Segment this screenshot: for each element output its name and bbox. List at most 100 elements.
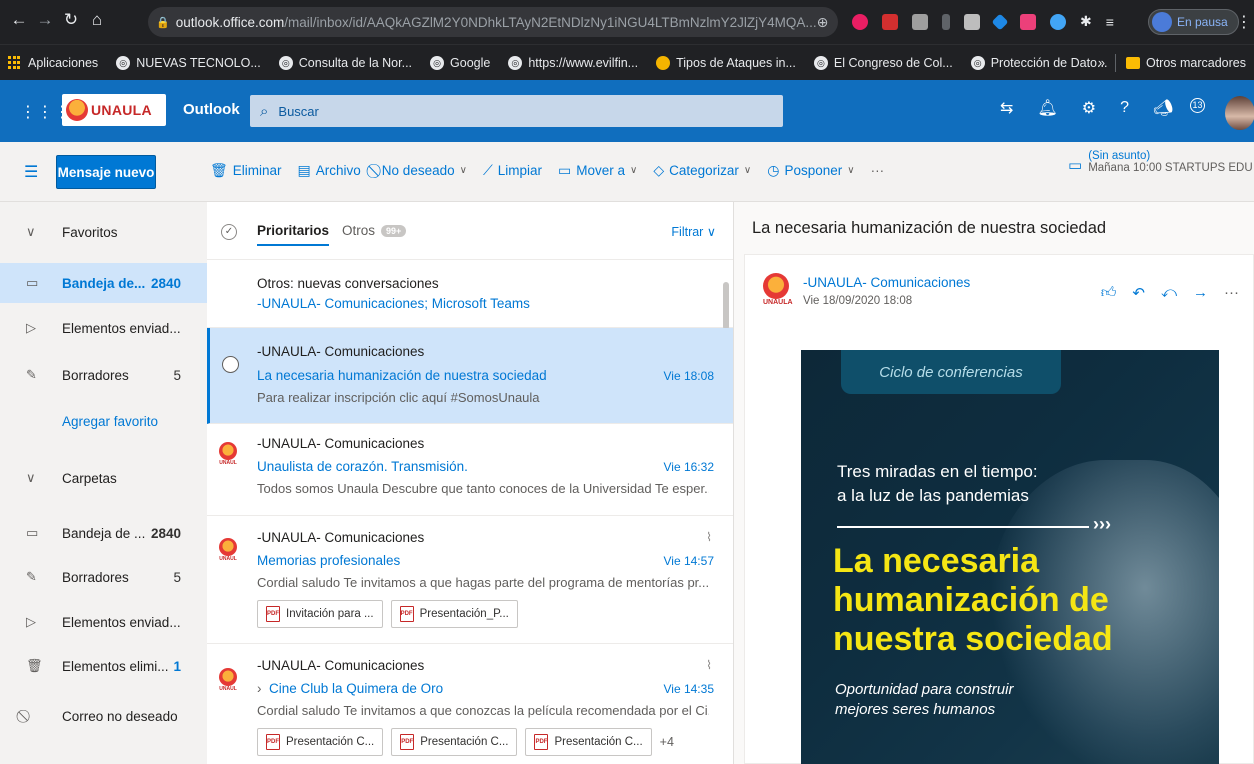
- nav-item-inbox-favorite[interactable]: ▭ Bandeja de... 2840: [0, 263, 207, 303]
- command-bar: ☰ Mensaje nuevo 🗑︎Eliminar ▤Archivo ⃠No …: [0, 142, 1254, 202]
- nav-item-inbox[interactable]: ▭ Bandeja de ... 2840: [0, 513, 207, 553]
- help-icon[interactable]: ?: [1120, 99, 1129, 117]
- feedback-icon[interactable]: 📣︎: [1153, 98, 1173, 118]
- profile-pause-button[interactable]: En pausa: [1148, 9, 1239, 35]
- home-icon[interactable]: ⌂: [84, 10, 110, 30]
- bookmark-item[interactable]: ◎ El Congreso de Col...: [813, 55, 953, 70]
- select-all-checkbox[interactable]: ✓: [221, 224, 237, 240]
- app-title[interactable]: Outlook: [183, 101, 240, 118]
- extension-icon[interactable]: [942, 13, 950, 30]
- snooze-button[interactable]: ◷ Posponer ∨: [767, 162, 854, 179]
- scrollbar[interactable]: [723, 282, 729, 330]
- list-item[interactable]: -UNAULA- Comunicaciones La necesaria hum…: [207, 328, 733, 424]
- search-box[interactable]: ⌕: [250, 95, 783, 127]
- archive-button[interactable]: ▤ Archivo: [298, 162, 361, 179]
- search-input[interactable]: [278, 103, 679, 119]
- select-radio[interactable]: [222, 356, 239, 373]
- globe-icon: ◎: [813, 55, 828, 70]
- folder-pane: ∨ Favoritos ▭ Bandeja de... 2840 ▷ Elementos…: [0, 202, 207, 764]
- sweep-button[interactable]: ⟋ Limpiar: [483, 162, 542, 179]
- globe-icon: ◎: [116, 55, 131, 70]
- list-item[interactable]: UNAUL -UNAULA- Comunicaciones ⌇ Memorias…: [207, 516, 733, 644]
- folders-header[interactable]: ∨ Carpetas: [0, 458, 207, 498]
- back-icon[interactable]: ←: [6, 10, 32, 30]
- other-inbox-notice[interactable]: Otros: nuevas conversaciones -UNAULA- Co…: [207, 260, 733, 328]
- hamburger-menu-icon[interactable]: ☰: [24, 162, 38, 182]
- kebab-menu-icon[interactable]: ⋮: [1236, 12, 1252, 32]
- calendar-icon: ▭: [1068, 157, 1083, 174]
- list-item[interactable]: UNAUL -UNAULA- Comunicaciones Unaulista …: [207, 424, 733, 516]
- like-icon[interactable]: 👍︎: [1101, 284, 1117, 302]
- divider: [1114, 53, 1116, 72]
- extension-icon[interactable]: [964, 13, 980, 30]
- nav-item-deleted[interactable]: 🗑︎ Elementos elimi... 1: [0, 646, 207, 686]
- url-host: outlook.office.com: [175, 14, 285, 30]
- extension-icon[interactable]: [1020, 13, 1036, 30]
- reply-icon[interactable]: ↶: [1132, 284, 1145, 302]
- attachment-chip[interactable]: PDF Invitación para ...: [257, 600, 383, 628]
- new-message-button[interactable]: Mensaje nuevo: [56, 155, 156, 189]
- message-list-header: ✓ Prioritarios Otros 99+ Filtrar ∨: [207, 202, 733, 260]
- favorites-header[interactable]: ∨ Favoritos: [0, 212, 207, 252]
- pause-label: En pausa: [1177, 15, 1228, 29]
- extension-icon[interactable]: [991, 13, 1009, 30]
- chevron-down-icon: ∨: [26, 224, 36, 239]
- other-bookmarks-folder[interactable]: Otros marcadores: [1125, 56, 1246, 70]
- message-sender[interactable]: -UNAULA- Comunicaciones: [803, 275, 970, 290]
- puzzle-icon[interactable]: ✱: [1080, 13, 1092, 30]
- nav-item-sent[interactable]: ▷ Elementos enviad...: [0, 602, 207, 642]
- bookmark-item[interactable]: ◎ NUEVAS TECNOLO...: [116, 55, 261, 70]
- org-logo[interactable]: UNAULA: [62, 94, 166, 126]
- bookmark-item[interactable]: ◎ https://www.evilfin...: [508, 55, 638, 70]
- reload-icon[interactable]: ↻: [58, 10, 84, 30]
- attachment-chip[interactable]: PDF Presentación C...: [391, 728, 518, 756]
- attachment-chip[interactable]: PDF Presentación C...: [257, 728, 384, 756]
- bookmark-item[interactable]: ◎ Consulta de la Nor...: [278, 55, 412, 70]
- address-bar[interactable]: 🔒 outlook.office.com/mail/inbox/id/AAQkA…: [148, 7, 838, 37]
- nav-item-drafts-favorite[interactable]: ✎ Borradores 5: [0, 355, 207, 395]
- more-commands-button[interactable]: ···: [871, 163, 885, 178]
- install-app-icon[interactable]: ⊕: [817, 14, 829, 31]
- attachment-chip[interactable]: PDF Presentación C...: [525, 728, 652, 756]
- gear-icon[interactable]: ⚙: [1082, 98, 1096, 118]
- more-actions-icon[interactable]: ···: [1224, 284, 1239, 302]
- nav-item-junk[interactable]: ⃠Correo no deseado: [0, 696, 207, 736]
- search-icon: ⌕: [260, 102, 269, 120]
- chevron-down-icon[interactable]: ∨: [630, 165, 637, 176]
- extension-icon[interactable]: [1050, 13, 1066, 30]
- bookmarks-overflow-button[interactable]: »: [1098, 56, 1105, 70]
- list-item[interactable]: UNAUL -UNAULA- Comunicaciones ⌇ › Cine C…: [207, 644, 733, 764]
- tab-focused[interactable]: Prioritarios: [257, 223, 330, 246]
- attachment-chip[interactable]: PDF Presentación_P...: [390, 600, 518, 628]
- bookmark-item[interactable]: Tipos de Ataques in...: [656, 55, 796, 70]
- pdf-extension-icon[interactable]: [882, 13, 898, 30]
- more-attachments-count[interactable]: +4: [660, 735, 674, 749]
- reply-all-icon[interactable]: ⤺: [1161, 284, 1177, 302]
- bell-icon[interactable]: 🔔︎: [1037, 98, 1057, 118]
- nav-item-sent-favorite[interactable]: ▷ Elementos enviad...: [0, 308, 207, 348]
- chevron-down-icon[interactable]: ∨: [847, 165, 854, 176]
- banner-subtitle: Oportunidad para construir mejores seres…: [835, 681, 1014, 718]
- move-to-button[interactable]: ▭ Mover a ∨: [558, 162, 637, 179]
- junk-button[interactable]: ⃠No deseado∨: [377, 162, 467, 179]
- chevron-down-icon[interactable]: ∨: [460, 165, 467, 176]
- bookmark-item[interactable]: ◎ Protección de Dato...: [970, 55, 1107, 70]
- nav-item-drafts[interactable]: ✎ Borradores 5: [0, 557, 207, 597]
- teams-icon[interactable]: ⇆: [1000, 98, 1013, 118]
- expand-thread-icon[interactable]: ›: [257, 681, 262, 696]
- upcoming-event-reminder[interactable]: ▭ (Sin asunto) Mañana 10:00 STARTUPS EDU: [1068, 150, 1253, 174]
- categorize-button[interactable]: ◇ Categorizar ∨: [653, 162, 751, 179]
- user-avatar[interactable]: [1225, 96, 1254, 130]
- filter-button[interactable]: Filtrar ∨: [671, 224, 716, 239]
- delete-button[interactable]: 🗑︎ Eliminar: [210, 162, 282, 179]
- extension-icon[interactable]: [912, 13, 928, 30]
- chevron-down-icon[interactable]: ∨: [744, 165, 751, 176]
- forward-icon[interactable]: →: [1193, 284, 1208, 302]
- reading-list-icon[interactable]: ≡: [1106, 14, 1114, 30]
- bookmark-item[interactable]: ◎ Google: [430, 55, 490, 70]
- bookmark-apps[interactable]: Aplicaciones: [8, 55, 98, 70]
- forward-icon[interactable]: →: [32, 10, 58, 30]
- add-favorite-link[interactable]: Agregar favorito: [0, 401, 207, 441]
- extension-icon[interactable]: [852, 13, 868, 30]
- tab-other[interactable]: Otros 99+: [342, 223, 407, 238]
